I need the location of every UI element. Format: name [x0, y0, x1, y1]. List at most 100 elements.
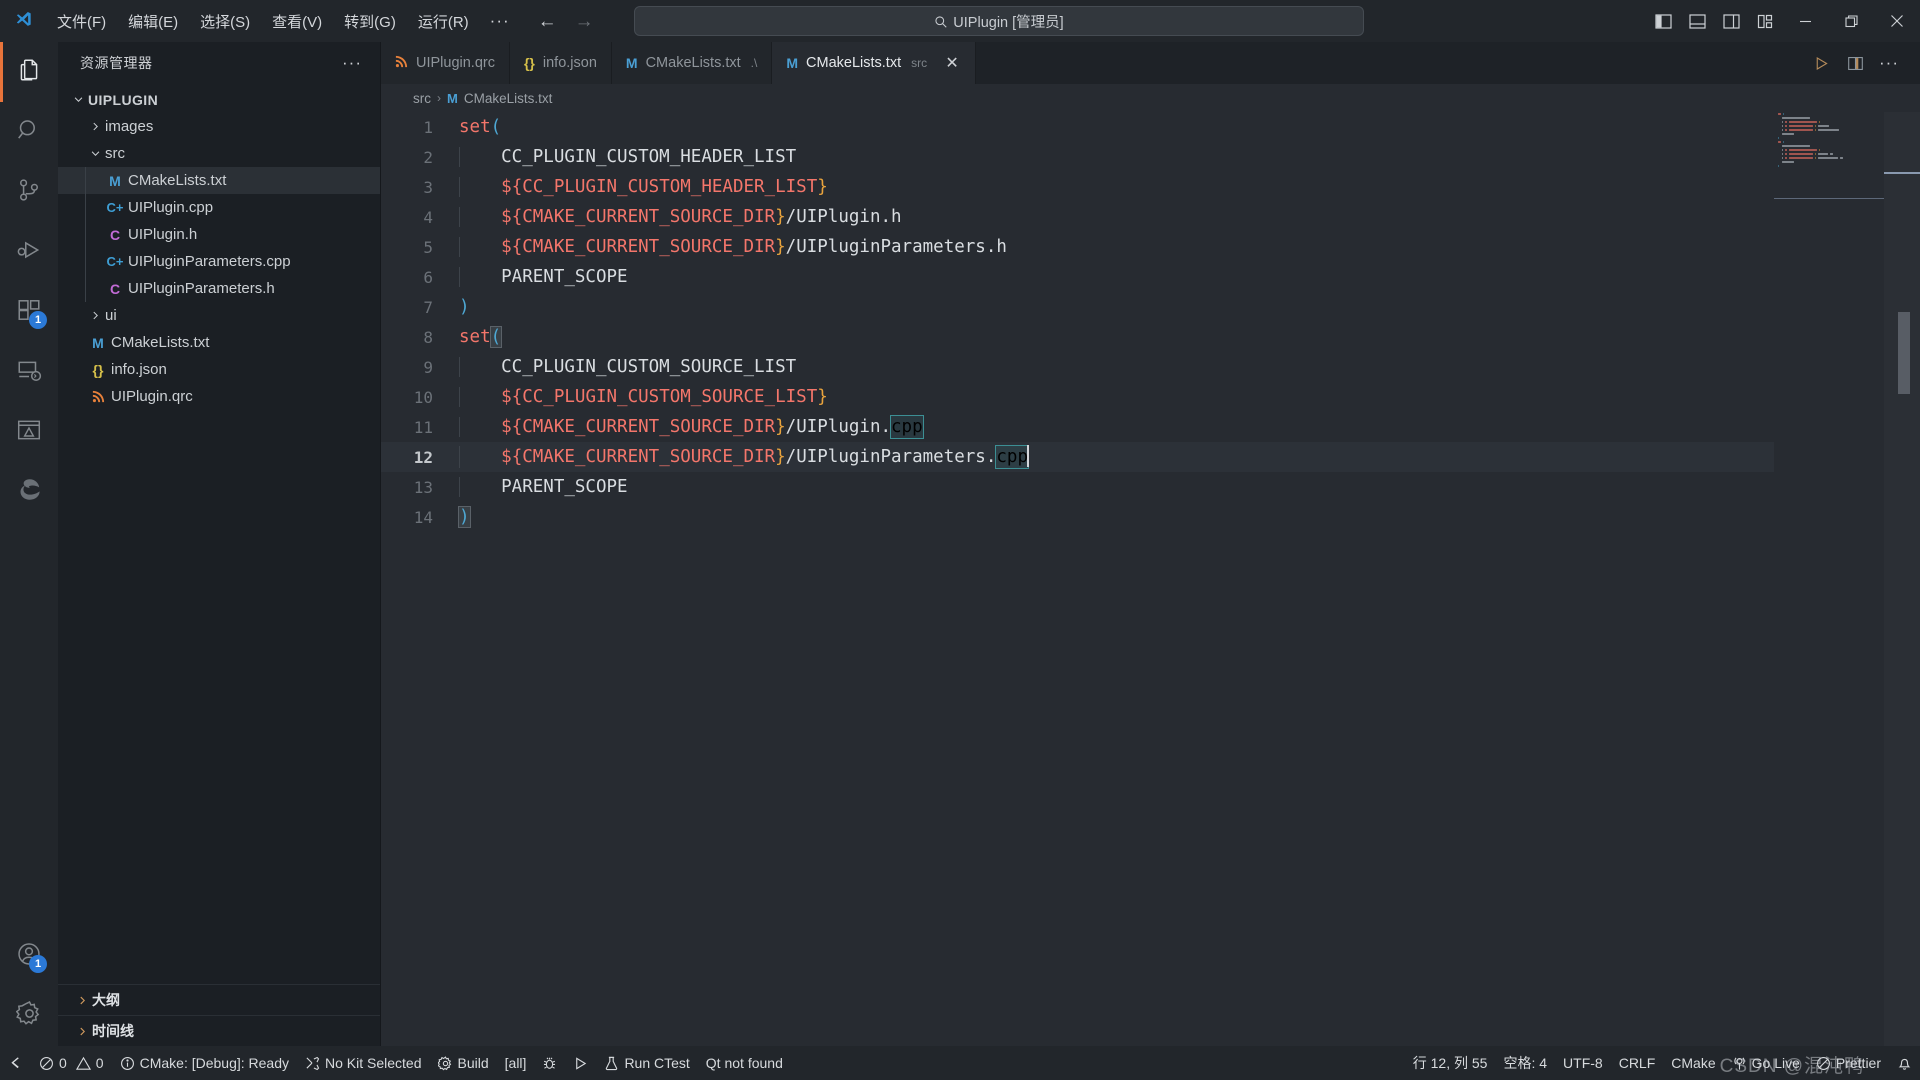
tab-uiplugin-qrc[interactable]: UIPlugin.qrc — [381, 42, 510, 84]
maximize-button[interactable] — [1828, 0, 1874, 42]
go-back-icon[interactable]: ← — [538, 12, 557, 31]
code-line[interactable]: 12 ${CMAKE_CURRENT_SOURCE_DIR}/UIPluginP… — [381, 442, 1920, 472]
status-run-ctest[interactable]: Run CTest — [596, 1046, 697, 1080]
code-line[interactable]: 3 ${CC_PLUGIN_CUSTOM_HEADER_LIST} — [381, 172, 1920, 202]
tree-file-uiplugin-cpp[interactable]: C+ UIPlugin.cpp — [58, 194, 380, 221]
toggle-primary-sidebar-icon[interactable] — [1646, 0, 1680, 42]
split-editor-right-button[interactable] — [1840, 48, 1870, 78]
status-launch-target[interactable] — [565, 1046, 596, 1080]
customize-layout-icon[interactable] — [1748, 0, 1782, 42]
tree-file-info-json[interactable]: {} info.json — [58, 356, 380, 383]
sidebar-panel-timeline[interactable]: 时间线 — [58, 1015, 380, 1046]
status-build-target[interactable]: [all] — [497, 1046, 535, 1080]
status-indentation[interactable]: 空格: 4 — [1495, 1053, 1555, 1073]
menu-selection[interactable]: 选择(S) — [189, 0, 261, 42]
activity-edge-tools[interactable] — [0, 462, 58, 522]
editor-more-actions-button[interactable]: ··· — [1874, 48, 1904, 78]
breadcrumb-folder[interactable]: src — [413, 91, 431, 106]
run-code-button[interactable] — [1806, 48, 1836, 78]
chevron-down-icon[interactable] — [85, 148, 105, 159]
code-line[interactable]: 11 ${CMAKE_CURRENT_SOURCE_DIR}/UIPlugin.… — [381, 412, 1920, 442]
tab-close-icon[interactable]: ✕ — [943, 53, 961, 73]
toggle-secondary-sidebar-icon[interactable] — [1714, 0, 1748, 42]
status-go-live[interactable]: Go Live — [1724, 1055, 1808, 1071]
status-cmake-status[interactable]: CMake: [Debug]: Ready — [112, 1046, 297, 1080]
status-bell[interactable] — [1889, 1056, 1920, 1071]
status-kit-selector-label: No Kit Selected — [325, 1055, 422, 1071]
status-remote-indicator[interactable] — [0, 1046, 31, 1080]
tab-cmakelists-root[interactable]: M CMakeLists.txt .\ — [611, 42, 773, 84]
status-eol[interactable]: CRLF — [1611, 1055, 1664, 1071]
activity-accounts[interactable]: 1 — [0, 926, 58, 986]
menu-edit[interactable]: 编辑(E) — [117, 0, 189, 42]
code-line[interactable]: 2 CC_PLUGIN_CUSTOM_HEADER_LIST — [381, 142, 1920, 172]
code-line-content: PARENT_SCOPE — [459, 477, 628, 497]
bell-icon — [1897, 1056, 1912, 1071]
activity-source-control[interactable] — [0, 162, 58, 222]
command-center[interactable]: UIPlugin [管理员] — [634, 6, 1364, 36]
minimize-button[interactable] — [1782, 0, 1828, 42]
code-lines[interactable]: 1 set(2 CC_PLUGIN_CUSTOM_HEADER_LIST 3 ${C… — [381, 112, 1920, 1046]
tree-file-src-cmakelists[interactable]: M CMakeLists.txt — [58, 167, 380, 194]
gear-icon — [437, 1055, 453, 1071]
activity-remote-explorer[interactable] — [0, 342, 58, 402]
scrollbar-thumb[interactable] — [1898, 312, 1910, 394]
status-encoding[interactable]: UTF-8 — [1555, 1055, 1611, 1071]
status-problems[interactable]: 0 0 — [31, 1046, 112, 1080]
tree-file-root-cmakelists-label: CMakeLists.txt — [111, 334, 210, 351]
status-debug-target[interactable] — [534, 1046, 565, 1080]
tree-folder-ui[interactable]: ui — [58, 302, 380, 329]
status-cursor-position[interactable]: 行 12, 列 55 — [1405, 1053, 1496, 1073]
chevron-down-icon[interactable] — [68, 94, 88, 105]
menu-file[interactable]: 文件(F) — [46, 0, 117, 42]
menu-run[interactable]: 运行(R) — [407, 0, 480, 42]
code-line[interactable]: 9 CC_PLUGIN_CUSTOM_SOURCE_LIST — [381, 352, 1920, 382]
search-icon — [934, 15, 947, 28]
go-forward-icon[interactable]: → — [575, 12, 594, 31]
tab-cmakelists-src[interactable]: M CMakeLists.txt src ✕ — [772, 42, 977, 84]
menu-view[interactable]: 查看(V) — [261, 0, 333, 42]
activity-search[interactable] — [0, 102, 58, 162]
tree-root-uiplugin[interactable]: UIPLUGIN — [58, 86, 380, 113]
code-line[interactable]: 13 PARENT_SCOPE — [381, 472, 1920, 502]
code-editor[interactable]: 1 set(2 CC_PLUGIN_CUSTOM_HEADER_LIST 3 ${C… — [381, 112, 1920, 1046]
tree-folder-images[interactable]: images — [58, 113, 380, 140]
code-line[interactable]: 6 PARENT_SCOPE — [381, 262, 1920, 292]
activity-settings[interactable] — [0, 986, 58, 1046]
tree-file-uipluginparameters-cpp[interactable]: C+ UIPluginParameters.cpp — [58, 248, 380, 275]
code-line-content: PARENT_SCOPE — [459, 267, 628, 287]
code-line[interactable]: 10 ${CC_PLUGIN_CUSTOM_SOURCE_LIST} — [381, 382, 1920, 412]
activity-cmake[interactable] — [0, 402, 58, 462]
code-line[interactable]: 7) — [381, 292, 1920, 322]
tree-file-uiplugin-h[interactable]: C UIPlugin.h — [58, 221, 380, 248]
activity-explorer[interactable] — [0, 42, 58, 102]
activity-run-debug[interactable] — [0, 222, 58, 282]
navigation-arrows: ← → — [538, 12, 594, 31]
sidebar-panel-outline[interactable]: 大纲 — [58, 984, 380, 1015]
explorer-more-actions-button[interactable]: ··· — [342, 53, 362, 73]
chevron-right-icon[interactable] — [85, 121, 105, 132]
status-kit-selector[interactable]: No Kit Selected — [297, 1046, 430, 1080]
code-line[interactable]: 5 ${CMAKE_CURRENT_SOURCE_DIR}/UIPluginPa… — [381, 232, 1920, 262]
code-line[interactable]: 14) — [381, 502, 1920, 532]
code-line[interactable]: 1 set( — [381, 112, 1920, 142]
tree-file-uiplugin-qrc[interactable]: UIPlugin.qrc — [58, 383, 380, 410]
status-qt-status[interactable]: Qt not found — [698, 1046, 791, 1080]
status-language-mode[interactable]: CMake — [1663, 1055, 1723, 1071]
code-line[interactable]: 8 set( — [381, 322, 1920, 352]
menu-more-button[interactable]: ··· — [480, 0, 520, 42]
editor-scrollbar[interactable] — [1884, 112, 1920, 1046]
close-button[interactable] — [1874, 0, 1920, 42]
activity-extensions[interactable]: 1 — [0, 282, 58, 342]
menu-go[interactable]: 转到(G) — [333, 0, 407, 42]
status-prettier[interactable]: Prettier — [1808, 1055, 1889, 1071]
tree-file-root-cmakelists[interactable]: M CMakeLists.txt — [58, 329, 380, 356]
chevron-right-icon[interactable] — [85, 310, 105, 321]
tree-file-uipluginparameters-h[interactable]: C UIPluginParameters.h — [58, 275, 380, 302]
tree-folder-src[interactable]: src — [58, 140, 380, 167]
status-build[interactable]: Build — [430, 1046, 497, 1080]
toggle-panel-icon[interactable] — [1680, 0, 1714, 42]
breadcrumb-file[interactable]: CMakeLists.txt — [464, 91, 553, 106]
tab-info-json[interactable]: {} info.json — [509, 42, 612, 84]
code-line[interactable]: 4 ${CMAKE_CURRENT_SOURCE_DIR}/UIPlugin.h — [381, 202, 1920, 232]
